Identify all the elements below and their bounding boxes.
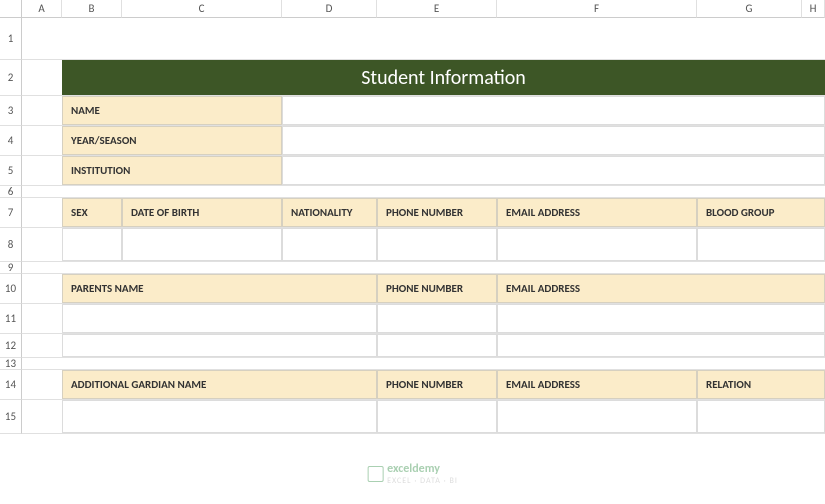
row-4: 4 YEAR/SEASON [22, 126, 825, 156]
input-sex[interactable] [62, 228, 122, 261]
input-nationality[interactable] [282, 228, 377, 261]
row-header-10[interactable]: 10 [0, 274, 22, 304]
label-nationality[interactable]: NATIONALITY [282, 198, 377, 227]
title-bar[interactable]: Student Information [62, 60, 825, 95]
row-3: 3 NAME [22, 96, 825, 126]
select-all-corner[interactable] [0, 0, 22, 18]
row-10: 10 PARENTS NAME PHONE NUMBER EMAIL ADDRE… [22, 274, 825, 304]
col-F[interactable]: F [497, 0, 697, 18]
input-email[interactable] [497, 228, 697, 261]
label-parent[interactable]: PARENTS NAME [62, 274, 377, 303]
input-guardian-phone[interactable] [377, 400, 497, 433]
row-header-5[interactable]: 5 [0, 156, 22, 186]
label-year[interactable]: YEAR/SEASON [62, 126, 282, 155]
row-15: 15 [22, 400, 825, 434]
label-relation[interactable]: RELATION [697, 370, 825, 399]
label-parent-phone[interactable]: PHONE NUMBER [377, 274, 497, 303]
label-guardian-phone[interactable]: PHONE NUMBER [377, 370, 497, 399]
input-institution[interactable] [282, 156, 825, 185]
col-A[interactable]: A [22, 0, 62, 18]
label-blood[interactable]: BLOOD GROUP [697, 198, 825, 227]
input-parent-phone-2[interactable] [377, 334, 497, 357]
input-parent-email-1[interactable] [497, 304, 825, 333]
input-parent-1[interactable] [62, 304, 377, 333]
row-header-14[interactable]: 14 [0, 370, 22, 400]
row-11: 11 [22, 304, 825, 334]
row-header-13[interactable]: 13 [0, 358, 22, 370]
input-guardian[interactable] [62, 400, 377, 433]
watermark-logo-icon [367, 466, 383, 482]
input-parent-email-2[interactable] [497, 334, 825, 357]
row-header-4[interactable]: 4 [0, 126, 22, 156]
label-phone[interactable]: PHONE NUMBER [377, 198, 497, 227]
label-email[interactable]: EMAIL ADDRESS [497, 198, 697, 227]
col-G[interactable]: G [697, 0, 802, 18]
row-8: 8 [22, 228, 825, 262]
col-B[interactable]: B [62, 0, 122, 18]
col-D[interactable]: D [282, 0, 377, 18]
input-year[interactable] [282, 126, 825, 155]
label-name[interactable]: NAME [62, 96, 282, 125]
input-parent-2[interactable] [62, 334, 377, 357]
row-6: 6 [22, 186, 825, 198]
row-7: 7 SEX DATE OF BIRTH NATIONALITY PHONE NU… [22, 198, 825, 228]
row-5: 5 INSTITUTION [22, 156, 825, 186]
input-phone[interactable] [377, 228, 497, 261]
column-headers: A B C D E F G H [0, 0, 825, 18]
row-12: 12 [22, 334, 825, 358]
label-parent-email[interactable]: EMAIL ADDRESS [497, 274, 825, 303]
row-header-11[interactable]: 11 [0, 304, 22, 334]
watermark-sub: EXCEL · DATA · BI [387, 476, 458, 486]
label-dob[interactable]: DATE OF BIRTH [122, 198, 282, 227]
row-13: 13 [22, 358, 825, 370]
watermark-brand: exceldemy [387, 462, 440, 476]
label-guardian-email[interactable]: EMAIL ADDRESS [497, 370, 697, 399]
row-1: 1 [22, 18, 825, 60]
row-header-9[interactable]: 9 [0, 262, 22, 274]
row-header-3[interactable]: 3 [0, 96, 22, 126]
input-blood[interactable] [697, 228, 825, 261]
row-header-15[interactable]: 15 [0, 400, 22, 434]
col-E[interactable]: E [377, 0, 497, 18]
sheet-content: 1 2 Student Information 3 NAME 4 YEAR/SE… [22, 18, 825, 434]
row-14: 14 ADDITIONAL GARDIAN NAME PHONE NUMBER … [22, 370, 825, 400]
watermark: exceldemy EXCEL · DATA · BI [367, 462, 458, 486]
row-2: 2 Student Information [22, 60, 825, 96]
row-header-1[interactable]: 1 [0, 18, 22, 60]
input-dob[interactable] [122, 228, 282, 261]
row-9: 9 [22, 262, 825, 274]
row-header-12[interactable]: 12 [0, 334, 22, 358]
input-parent-phone-1[interactable] [377, 304, 497, 333]
col-C[interactable]: C [122, 0, 282, 18]
row-header-7[interactable]: 7 [0, 198, 22, 228]
row-header-2[interactable]: 2 [0, 60, 22, 96]
input-name[interactable] [282, 96, 825, 125]
input-guardian-email[interactable] [497, 400, 697, 433]
input-relation[interactable] [697, 400, 825, 433]
row-header-8[interactable]: 8 [0, 228, 22, 262]
label-institution[interactable]: INSTITUTION [62, 156, 282, 185]
label-guardian[interactable]: ADDITIONAL GARDIAN NAME [62, 370, 377, 399]
label-sex[interactable]: SEX [62, 198, 122, 227]
row-header-6[interactable]: 6 [0, 186, 22, 198]
col-H[interactable]: H [802, 0, 825, 18]
